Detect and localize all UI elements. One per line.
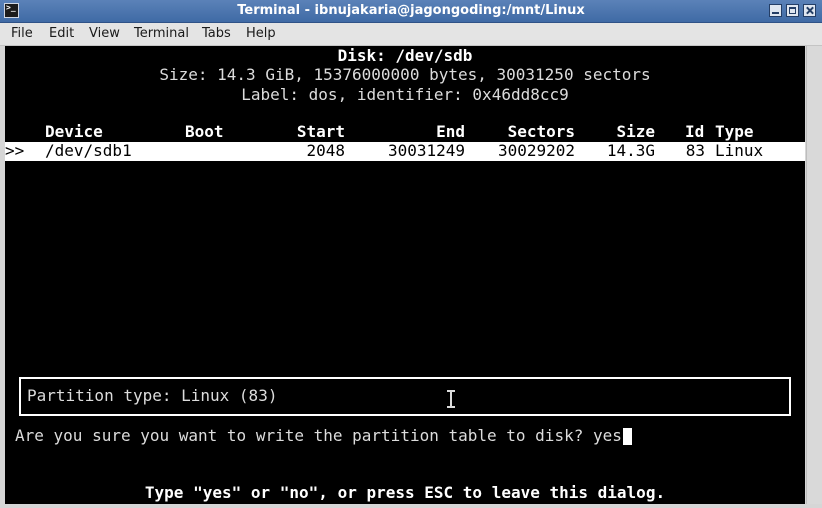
col-header-boot: Boot: [185, 122, 224, 141]
terminal-screen[interactable]: Disk: /dev/sdb Size: 14.3 GiB, 153760000…: [5, 46, 805, 504]
maximize-icon[interactable]: [786, 4, 799, 17]
row-marker: >>: [5, 141, 25, 160]
close-icon[interactable]: [803, 4, 816, 17]
partition-type-box: Partition type: Linux (83): [19, 377, 791, 416]
cell-id: 83: [685, 141, 705, 160]
disk-heading: Disk: /dev/sdb: [337, 46, 473, 65]
cell-sectors: 30029202: [497, 141, 575, 160]
menu-edit[interactable]: Edit: [49, 23, 74, 45]
cell-end: 30031249: [387, 141, 465, 160]
col-header-size: Size: [616, 122, 655, 141]
col-header-sectors: Sectors: [507, 122, 575, 141]
col-header-end: End: [436, 122, 465, 141]
terminal-cursor: [622, 428, 632, 445]
col-header-start: Start: [296, 122, 345, 141]
disk-label-line: Label: dos, identifier: 0x46dd8cc9: [241, 85, 569, 104]
vertical-scrollbar[interactable]: [806, 46, 822, 504]
dialog-hint: Type "yes" or "no", or press ESC to leav…: [144, 483, 666, 502]
col-header-device: Device: [45, 122, 103, 141]
table-row-selected[interactable]: >> /dev/sdb1 2048 30031249 30029202 14.3…: [5, 141, 805, 161]
disk-size-line: Size: 14.3 GiB, 15376000000 bytes, 30031…: [159, 65, 651, 84]
text-cursor-icon: [446, 389, 456, 409]
minimize-icon[interactable]: [769, 4, 782, 17]
confirm-prompt[interactable]: Are you sure you want to write the parti…: [15, 426, 632, 446]
title-bar: Terminal - ibnujakaria@jagongoding:/mnt/…: [0, 0, 822, 23]
menu-view[interactable]: View: [89, 23, 120, 45]
window-title: Terminal - ibnujakaria@jagongoding:/mnt/…: [237, 3, 585, 18]
confirm-question: Are you sure you want to write the parti…: [15, 426, 622, 445]
partition-type-text: Partition type: Linux (83): [27, 386, 278, 405]
menu-help[interactable]: Help: [246, 23, 276, 45]
menu-bar: File Edit View Terminal Tabs Help: [0, 23, 822, 46]
col-header-type: Type: [715, 122, 754, 141]
cell-size: 14.3G: [606, 141, 655, 160]
menu-tabs[interactable]: Tabs: [202, 23, 231, 45]
menu-terminal[interactable]: Terminal: [134, 23, 189, 45]
cell-device: /dev/sdb1: [45, 141, 132, 160]
menu-file[interactable]: File: [11, 23, 33, 45]
cell-type: Linux: [715, 141, 764, 160]
col-header-id: Id: [685, 122, 705, 141]
cell-start: 2048: [306, 141, 345, 160]
